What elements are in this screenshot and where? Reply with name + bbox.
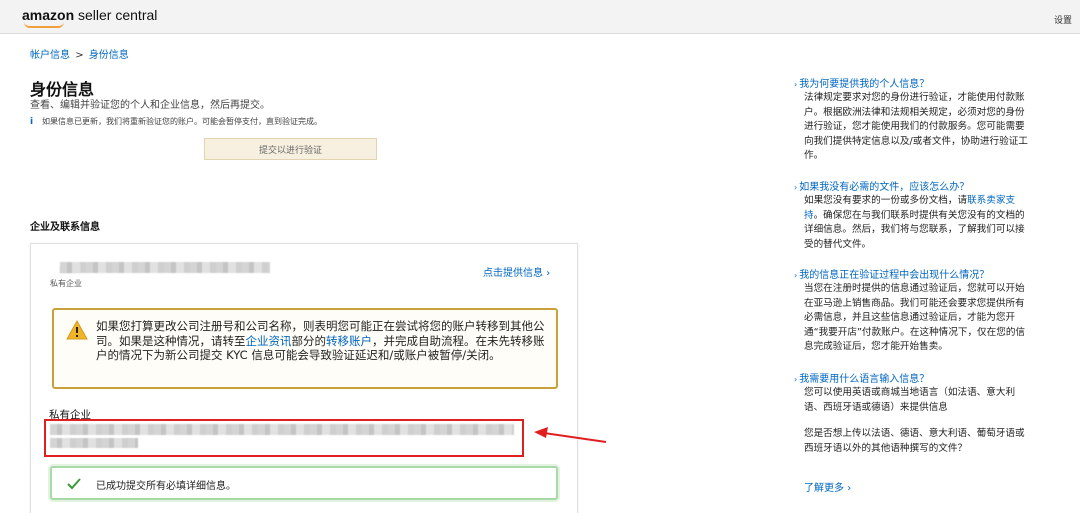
faq-question[interactable]: › 我的信息正在验证过程中会出现什么情况？ bbox=[794, 269, 1034, 282]
faq-item-missing-documents: › 如果我没有必需的文件，应该怎么办？ 如果您没有要求的一份或多份文档，请联系卖家… bbox=[794, 181, 1034, 252]
chevron-right-icon: › bbox=[794, 375, 798, 384]
top-header: amazon seller central 设置 bbox=[0, 0, 1080, 34]
learn-more-container: 了解更多 › bbox=[794, 479, 1034, 494]
faq-question[interactable]: › 我为何要提供我的个人信息？ bbox=[794, 78, 1034, 91]
faq-question-text: 我需要用什么语言输入信息？ bbox=[799, 374, 930, 385]
company-type-label: 私有企业 bbox=[50, 279, 82, 288]
info-note-text: 如果信息已更新，我们将重新验证您的账户。可能会暂停支付，直到验证完成。 bbox=[42, 117, 322, 126]
info-icon: i bbox=[30, 117, 34, 127]
learn-more-text: 了解更多 bbox=[804, 483, 844, 494]
faq-question-text: 如果我没有必需的文件，应该怎么办？ bbox=[799, 182, 970, 193]
highlight-box bbox=[44, 419, 524, 457]
chevron-right-icon: › bbox=[794, 183, 798, 192]
faq-answer-part2: 。确保您在与我们联系时提供有关您没有的文档的详细信息。然后，我们将与您联系，了解… bbox=[804, 209, 1025, 250]
logo-smile-icon bbox=[24, 22, 64, 28]
transfer-account-link[interactable]: 转移账户 bbox=[326, 334, 372, 348]
warning-text: 如果您打算更改公司注册号和公司名称，则表明您可能正在尝试将您的账户转移到其他公司… bbox=[96, 319, 548, 363]
chevron-right-icon: › bbox=[794, 271, 798, 280]
warning-icon bbox=[66, 320, 88, 340]
faq-question[interactable]: › 我需要用什么语言输入信息？ bbox=[794, 373, 1034, 386]
chevron-right-icon: › bbox=[847, 483, 852, 494]
logo-suffix: seller central bbox=[74, 7, 158, 23]
faq-item-why-personal-info: › 我为何要提供我的个人信息？ 法律规定要求对您的身份进行验证，才能使用付款账户。… bbox=[794, 78, 1034, 164]
warning-text-part2: 部分的 bbox=[291, 333, 327, 348]
provide-info-link[interactable]: 点击提供信息 › bbox=[483, 264, 550, 279]
business-info-link[interactable]: 企业资讯 bbox=[246, 334, 292, 348]
annotation-arrow-icon bbox=[534, 427, 607, 443]
faq-answer: 法律规定要求对您的身份进行验证，才能使用付款账户。根据欧洲法律和法规相关规定，必… bbox=[804, 92, 1028, 161]
success-alert: 已成功提交所有必填详细信息。 bbox=[50, 466, 558, 500]
company-name-redacted bbox=[60, 262, 270, 273]
success-text: 已成功提交所有必填详细信息。 bbox=[96, 481, 236, 492]
submit-for-verification-button[interactable]: 提交以进行验证 bbox=[204, 138, 377, 160]
breadcrumb-account-info[interactable]: 帐户信息 bbox=[30, 50, 70, 61]
faq-answer: 您可以使用英语或商城当地语言（如法语、意大利语、西班牙语或德语）来提供信息 bbox=[804, 387, 1016, 413]
faq-item-language: › 我需要用什么语言输入信息？ 您可以使用英语或商城当地语言（如法语、意大利语、西… bbox=[794, 373, 1034, 456]
section-title: 企业及联系信息 bbox=[30, 222, 100, 233]
breadcrumb-identity-info[interactable]: 身份信息 bbox=[89, 50, 129, 61]
page-subtitle: 查看、编辑并验证您的个人和企业信息，然后再提交。 bbox=[30, 100, 270, 111]
logo-brand: amazon bbox=[22, 7, 75, 23]
learn-more-link[interactable]: 了解更多 › bbox=[804, 479, 1034, 494]
faq-item-verification-process: › 我的信息正在验证过程中会出现什么情况？ 当您在注册时提供的信息通过验证后，您就… bbox=[794, 269, 1034, 355]
faq-answer-part1: 如果您没有要求的一份或多份文档，请 bbox=[804, 195, 968, 206]
breadcrumb: 帐户信息 > 身份信息 bbox=[30, 46, 129, 61]
faq-question[interactable]: › 如果我没有必需的文件，应该怎么办？ bbox=[794, 181, 1034, 194]
faq-question-text: 我的信息正在验证过程中会出现什么情况？ bbox=[799, 270, 990, 281]
chevron-right-icon: › bbox=[794, 80, 798, 89]
info-note: i 如果信息已更新，我们将重新验证您的账户。可能会暂停支付，直到验证完成。 bbox=[30, 116, 322, 127]
checkmark-icon bbox=[67, 478, 81, 490]
faq-answer-second: 您是否想上传以法语、德语、意大利语、葡萄牙语或西班牙语以外的其他语种撰写的文件？ bbox=[804, 428, 1025, 454]
chevron-right-icon: › bbox=[546, 268, 551, 279]
faq-answer: 如果您没有要求的一份或多份文档，请联系卖家支持。确保您在与我们联系时提供有关您没… bbox=[804, 194, 1034, 252]
breadcrumb-separator: > bbox=[75, 50, 84, 61]
faq-answer: 当您在注册时提供的信息通过验证后，您就可以开始在亚马逊上销售商品。我们可能还会要… bbox=[804, 283, 1026, 352]
warning-alert: 如果您打算更改公司注册号和公司名称，则表明您可能正在尝试将您的账户转移到其他公司… bbox=[52, 308, 558, 389]
faq-question-text: 我为何要提供我的个人信息？ bbox=[799, 79, 930, 90]
seller-central-logo[interactable]: amazon seller central bbox=[22, 7, 158, 28]
company-name-redacted-short bbox=[60, 266, 80, 273]
provide-info-link-text: 点击提供信息 bbox=[483, 268, 543, 279]
settings-link[interactable]: 设置 bbox=[1054, 13, 1072, 26]
